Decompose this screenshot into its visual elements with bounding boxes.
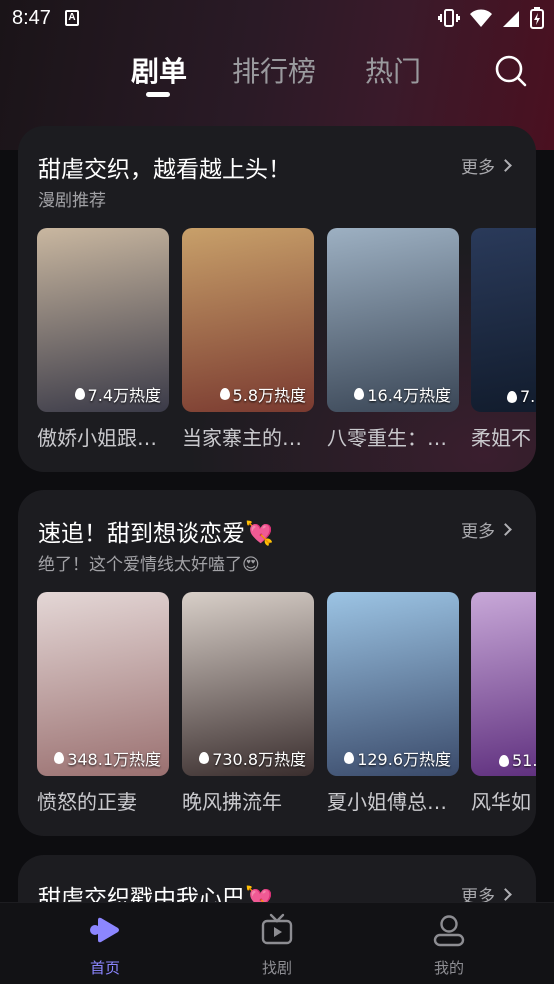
top-navigation: 剧单 排行榜 热门 (0, 48, 554, 98)
drama-item[interactable]: 730.8万热度 晚风拂流年 (182, 592, 314, 815)
nav-profile[interactable]: 我的 (409, 913, 489, 978)
flame-icon (74, 388, 85, 400)
search-icon[interactable] (494, 54, 528, 88)
nav-label: 首页 (89, 959, 120, 977)
drama-title: 风华如 (471, 790, 531, 814)
tab-ranking[interactable]: 排行榜 (232, 50, 316, 90)
heat-value: 129.6万热度 (357, 750, 451, 769)
chevron-right-icon (499, 523, 512, 536)
bottom-navigation: 首页 找剧 我的 (0, 902, 554, 984)
drama-poster: 730.8万热度 (182, 592, 314, 776)
status-time: 8:47 (12, 6, 51, 29)
section-card: 甜虐交织，越看越上头！ 漫剧推荐 更多 7.4万热度 傲娇小姐跟… 5.8万热度… (18, 126, 536, 472)
drama-row: 7.4万热度 傲娇小姐跟… 5.8万热度 当家寨主的… 16.4万热度 八零重生… (37, 228, 536, 451)
section-title: 速追！甜到想谈恋爱💘 (38, 521, 274, 547)
heat-badge: 51. (471, 751, 536, 770)
heat-badge: 730.8万热度 (182, 746, 314, 770)
drama-poster: 51. (471, 592, 536, 776)
play-home-icon (90, 917, 119, 943)
flame-icon (507, 390, 517, 403)
heat-value: 51. (512, 751, 536, 770)
heat-value: 348.1万热度 (67, 750, 161, 769)
drama-row: 348.1万热度 愤怒的正妻 730.8万热度 晚风拂流年 129.6万热度 夏… (37, 592, 536, 815)
heat-badge: 7.4万热度 (37, 382, 169, 406)
heat-value: 5.8万热度 (232, 386, 306, 405)
tab-playlist[interactable]: 剧单 (131, 50, 187, 90)
drama-title: 傲娇小姐跟… (37, 426, 157, 450)
status-icons (438, 7, 544, 29)
battery-icon (530, 7, 544, 29)
notification-a-icon: A (64, 10, 79, 26)
drama-poster: 16.4万热度 (327, 228, 459, 412)
flame-icon (344, 752, 355, 764)
nav-label: 找剧 (261, 959, 292, 977)
drama-item[interactable]: 129.6万热度 夏小姐傅总… (327, 592, 459, 815)
drama-poster: 5.8万热度 (182, 228, 314, 412)
chevron-right-icon (499, 159, 512, 172)
drama-item[interactable]: 16.4万热度 八零重生：… (327, 228, 459, 451)
heat-value: 7. (520, 387, 536, 406)
nav-label: 我的 (433, 959, 464, 977)
flame-icon (219, 388, 230, 400)
user-icon (433, 915, 465, 947)
nav-find-drama[interactable]: 找剧 (237, 913, 317, 978)
tv-icon (261, 913, 293, 945)
heat-badge: 7. (471, 387, 536, 406)
drama-title: 当家寨主的… (182, 426, 302, 450)
more-label: 更多 (461, 158, 495, 178)
heat-value: 7.4万热度 (87, 386, 161, 405)
active-tab-indicator (146, 92, 170, 97)
drama-title: 晚风拂流年 (182, 790, 282, 814)
status-bar: 8:47 A (0, 0, 554, 36)
heat-badge: 348.1万热度 (37, 746, 169, 770)
section-subtitle: 绝了！这个爱情线太好嗑了😍 (38, 555, 260, 575)
drama-title: 八零重生：… (327, 426, 447, 450)
flame-icon (499, 754, 509, 767)
drama-poster: 7.4万热度 (37, 228, 169, 412)
heat-value: 730.8万热度 (212, 750, 306, 769)
drama-title: 愤怒的正妻 (37, 790, 137, 814)
flame-icon (54, 752, 65, 764)
heat-badge: 16.4万热度 (327, 382, 459, 406)
heat-value: 16.4万热度 (367, 386, 451, 405)
drama-poster: 7. (471, 228, 536, 412)
tab-hot[interactable]: 热门 (365, 50, 421, 90)
flame-icon (199, 752, 210, 764)
drama-item[interactable]: 51. 风华如 (471, 592, 536, 815)
drama-poster: 348.1万热度 (37, 592, 169, 776)
heat-badge: 129.6万热度 (327, 746, 459, 770)
drama-item[interactable]: 7. 柔姐不 (471, 228, 536, 451)
heat-badge: 5.8万热度 (182, 382, 314, 406)
signal-icon (503, 11, 519, 27)
drama-title: 柔姐不 (471, 426, 531, 450)
drama-title: 夏小姐傅总… (327, 790, 447, 814)
section-card: 速追！甜到想谈恋爱💘 绝了！这个爱情线太好嗑了😍 更多 348.1万热度 愤怒的… (18, 490, 536, 836)
section-subtitle: 漫剧推荐 (38, 191, 106, 211)
section-title: 甜虐交织，越看越上头！ (38, 157, 291, 183)
nav-home[interactable]: 首页 (65, 913, 145, 978)
wifi-icon (470, 9, 492, 27)
more-button[interactable]: 更多 (461, 153, 512, 178)
drama-item[interactable]: 7.4万热度 傲娇小姐跟… (37, 228, 169, 451)
flame-icon (354, 388, 365, 400)
more-button[interactable]: 更多 (461, 517, 512, 542)
more-label: 更多 (461, 522, 495, 542)
drama-item[interactable]: 348.1万热度 愤怒的正妻 (37, 592, 169, 815)
chevron-right-icon (499, 888, 512, 901)
drama-item[interactable]: 5.8万热度 当家寨主的… (182, 228, 314, 451)
drama-poster: 129.6万热度 (327, 592, 459, 776)
vibrate-icon (438, 9, 460, 27)
